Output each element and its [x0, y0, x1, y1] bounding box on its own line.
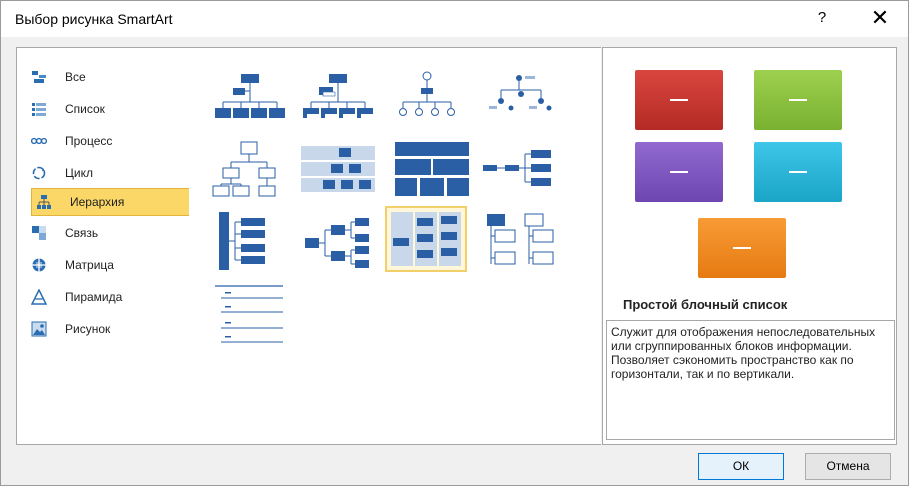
picture-icon [31, 321, 47, 337]
category-picture[interactable]: Рисунок [27, 316, 185, 342]
layout-horizontal-hierarchy[interactable] [481, 138, 559, 200]
category-list-label: Список [65, 102, 105, 116]
category-relationship[interactable]: Связь [27, 220, 185, 246]
category-hierarchy[interactable]: Иерархия [31, 188, 191, 216]
layout-org-chart[interactable] [211, 68, 289, 130]
category-matrix[interactable]: Матрица [27, 252, 185, 278]
preview-block-cyan [754, 142, 842, 202]
category-cycle-label: Цикл [65, 166, 93, 180]
cancel-button[interactable]: Отмена [805, 453, 891, 480]
category-hierarchy-label: Иерархия [70, 195, 125, 209]
category-all[interactable]: Все [27, 64, 185, 90]
category-all-label: Все [65, 70, 86, 84]
dialog-title: Выбор рисунка SmartArt [15, 11, 173, 27]
category-process[interactable]: Процесс [27, 128, 185, 154]
layout-half-circle-org-chart[interactable] [387, 68, 465, 130]
category-picture-label: Рисунок [65, 322, 111, 336]
preview-description: Служит для отображения непоследовательны… [606, 320, 895, 440]
help-button[interactable]: ? [812, 9, 832, 29]
all-icon [32, 71, 46, 83]
layout-simple-block-list[interactable] [385, 206, 467, 272]
layout-labeled-hierarchy[interactable] [299, 138, 377, 200]
pyramid-icon [31, 289, 47, 305]
category-pyramid[interactable]: Пирамида [27, 284, 185, 310]
layout-horizontal-org-chart[interactable] [299, 212, 377, 274]
category-list: Все Список Процесс Цикл Иерархия Связь М… [16, 47, 191, 445]
hierarchy-icon [37, 195, 51, 209]
close-button[interactable]: ✕ [867, 5, 893, 31]
matrix-icon [32, 258, 46, 272]
list-icon [32, 103, 46, 116]
category-process-label: Процесс [65, 134, 113, 148]
title-bar: Выбор рисунка SmartArt ? ✕ [1, 1, 908, 37]
preview-block-orange [698, 218, 786, 278]
layout-lined-list-hierarchy[interactable] [211, 210, 289, 272]
cycle-icon [32, 166, 46, 180]
preview-block-purple [635, 142, 723, 202]
category-matrix-label: Матрица [65, 258, 114, 272]
smartart-dialog: Выбор рисунка SmartArt ? ✕ Все Список Пр… [0, 0, 909, 486]
preview-title: Простой блочный список [623, 297, 788, 312]
ok-button[interactable]: ОК [698, 453, 784, 480]
layout-circle-picture-hierarchy[interactable] [481, 68, 559, 130]
preview-pane: Простой блочный список Служит для отобра… [602, 47, 897, 445]
layout-hierarchy[interactable] [211, 138, 289, 200]
layout-gallery [189, 47, 601, 445]
category-cycle[interactable]: Цикл [27, 160, 185, 186]
relationship-icon [32, 226, 46, 240]
preview-block-red [635, 70, 723, 130]
layout-table-hierarchy[interactable] [393, 138, 471, 200]
layout-architecture-list[interactable] [211, 284, 289, 346]
preview-block-green [754, 70, 842, 130]
category-relationship-label: Связь [65, 226, 99, 240]
category-pyramid-label: Пирамида [65, 290, 123, 304]
category-list-item[interactable]: Список [27, 96, 185, 122]
layout-name-and-title-org-chart[interactable] [299, 68, 377, 130]
process-icon [31, 137, 47, 145]
layout-hierarchy-list[interactable] [481, 210, 559, 272]
